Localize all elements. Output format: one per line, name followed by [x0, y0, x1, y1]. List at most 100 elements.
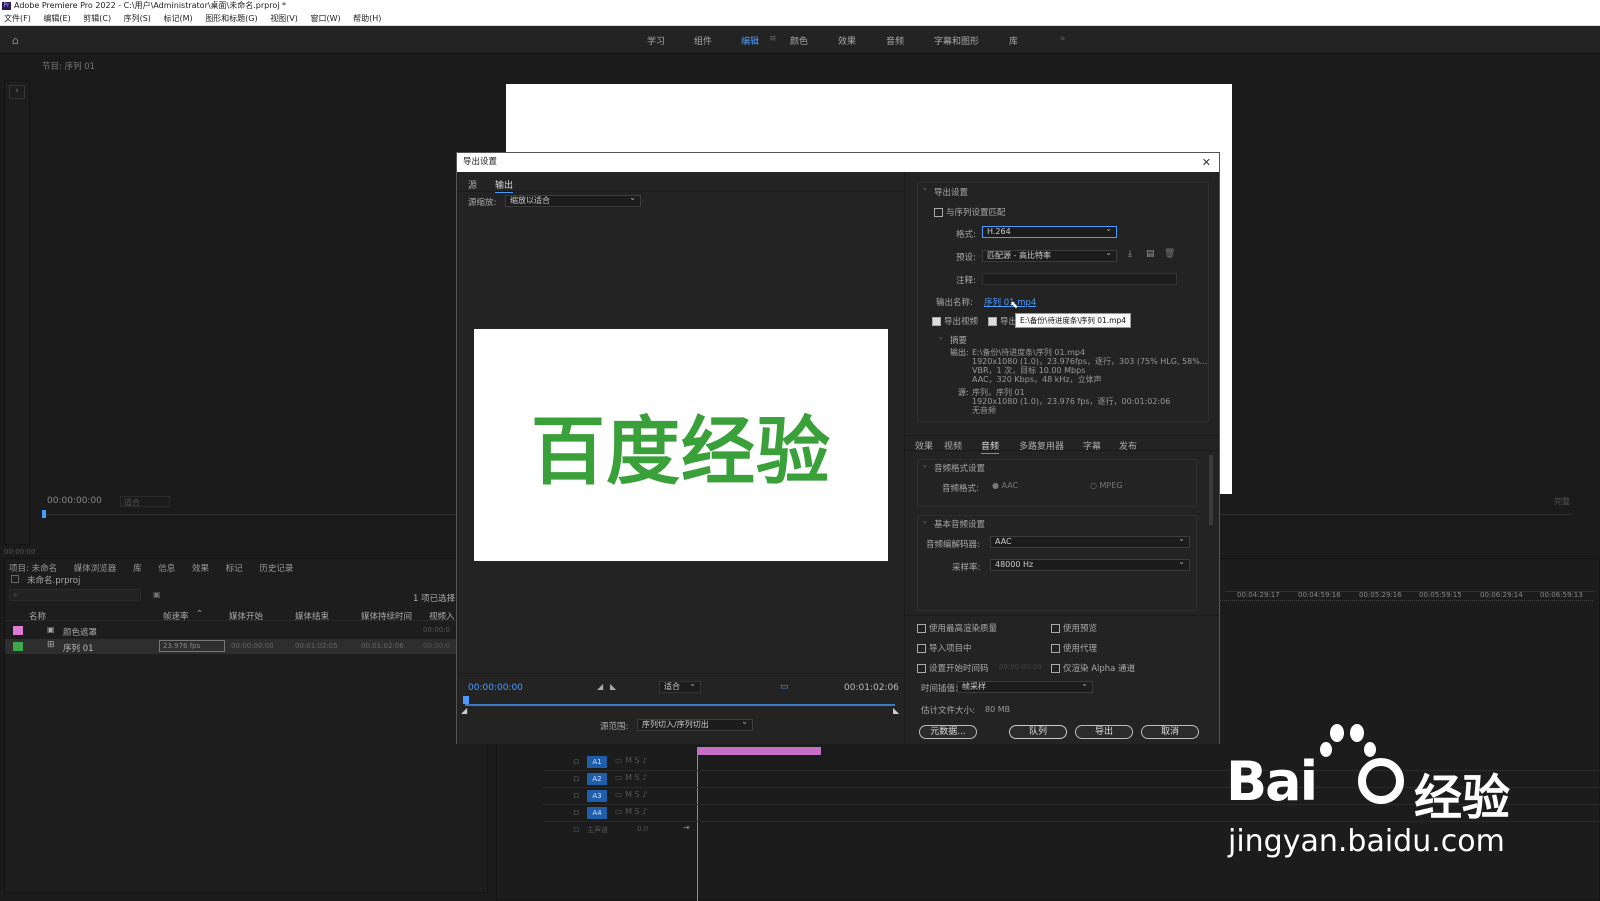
- save-preset-icon[interactable]: ⤓: [1128, 249, 1132, 259]
- master-track-value[interactable]: 0.0: [637, 825, 648, 833]
- aspect-toggle-icon[interactable]: ▭: [780, 682, 789, 692]
- preview-fit-select[interactable]: 适合: [659, 679, 701, 693]
- source-range-select[interactable]: 序列切入/序列切出: [637, 717, 753, 731]
- radio-aac[interactable]: ● AAC: [992, 481, 1018, 490]
- delete-preset-icon[interactable]: 🗑: [1164, 249, 1175, 259]
- program-full-select[interactable]: 完整: [1554, 496, 1570, 507]
- lock-icon[interactable]: ▫: [573, 808, 579, 818]
- use-proxy-checkbox[interactable]: [1051, 644, 1060, 653]
- preview-playhead[interactable]: [463, 696, 469, 704]
- col-video-in[interactable]: 视频入: [429, 610, 455, 622]
- tab-audio[interactable]: 音频: [981, 439, 1000, 454]
- export-video-checkbox[interactable]: [932, 317, 941, 326]
- lock-icon[interactable]: ▫: [573, 791, 579, 801]
- lock-icon[interactable]: ▫: [573, 757, 579, 767]
- tab-multiplexer[interactable]: 多路复用器: [1019, 439, 1064, 452]
- start-tc-checkbox[interactable]: [917, 664, 926, 673]
- menu-view[interactable]: 视图(V): [270, 14, 298, 23]
- workspace-menu-icon[interactable]: ≡: [769, 34, 777, 44]
- project-search-input[interactable]: ⌕: [9, 589, 141, 601]
- export-button[interactable]: 导出: [1075, 725, 1133, 739]
- workspace-assembly[interactable]: 组件: [694, 34, 712, 47]
- program-monitor-tab[interactable]: 节目: 序列 01: [42, 60, 95, 72]
- menu-graphics[interactable]: 图形和标题(G): [205, 14, 257, 23]
- tab-libraries[interactable]: 库: [133, 564, 142, 574]
- format-select[interactable]: H.264: [982, 224, 1117, 238]
- tab-source[interactable]: 源: [468, 178, 477, 191]
- table-row[interactable]: ⊞ 序列 01 23.976 fps 00:00:00:00 00:01:02:…: [5, 639, 487, 654]
- import-project-checkbox[interactable]: [917, 644, 926, 653]
- menu-sequence[interactable]: 序列(S): [124, 14, 151, 23]
- new-bin-icon[interactable]: ▣: [153, 590, 161, 599]
- selection-tool-icon[interactable]: ›: [9, 85, 25, 99]
- out-point-marker-icon[interactable]: ◣: [893, 706, 899, 715]
- tab-effects[interactable]: 效果: [915, 439, 933, 452]
- track-controls-icon[interactable]: ▭ M S ♪: [615, 756, 647, 765]
- mark-out-icon[interactable]: ◣: [610, 682, 616, 691]
- track-controls-icon[interactable]: ▭ M S ♪: [615, 807, 647, 816]
- table-row[interactable]: ▣ 颜色遮罩 00:00:0: [5, 623, 487, 638]
- row-frame-rate[interactable]: 23.976 fps: [159, 640, 225, 652]
- col-media-start[interactable]: 媒体开始: [229, 610, 263, 622]
- source-scale-select[interactable]: 缩放以适合: [505, 193, 641, 207]
- go-to-end-icon[interactable]: ⇥: [683, 823, 690, 832]
- queue-button[interactable]: 队列: [1009, 725, 1067, 739]
- workspace-audio[interactable]: 音频: [886, 34, 904, 47]
- tab-captions[interactable]: 字幕: [1083, 439, 1101, 452]
- export-audio-checkbox[interactable]: [988, 317, 997, 326]
- use-preview-checkbox[interactable]: [1051, 624, 1060, 633]
- comment-input[interactable]: [982, 273, 1177, 285]
- program-timecode[interactable]: 00:00:00:00: [47, 496, 102, 506]
- chevron-down-icon[interactable]: ⌄: [922, 461, 928, 469]
- match-sequence-checkbox[interactable]: [934, 208, 943, 217]
- close-icon[interactable]: ✕: [1202, 153, 1211, 172]
- chevron-down-icon[interactable]: ⌄: [938, 333, 944, 341]
- sample-rate-select[interactable]: 48000 Hz: [990, 557, 1190, 571]
- in-point-marker-icon[interactable]: ◢: [461, 706, 467, 715]
- workspace-libraries[interactable]: 库: [1009, 34, 1018, 47]
- track-label[interactable]: A2: [587, 773, 607, 785]
- menu-clip[interactable]: 剪辑(C): [83, 14, 111, 23]
- track-controls-icon[interactable]: ▭ M S ♪: [615, 773, 647, 782]
- radio-mpeg[interactable]: ○ MPEG: [1090, 481, 1123, 490]
- col-name[interactable]: 名称: [29, 610, 46, 622]
- more-workspaces-icon[interactable]: »: [1060, 34, 1066, 44]
- workspace-editing[interactable]: 编辑: [741, 34, 759, 47]
- workspace-learn[interactable]: 学习: [647, 34, 665, 47]
- workspace-color[interactable]: 颜色: [790, 34, 808, 47]
- menu-markers[interactable]: 标记(M): [163, 14, 192, 23]
- sort-ascending-icon[interactable]: ⌃: [196, 609, 203, 619]
- menu-edit[interactable]: 编辑(E): [43, 14, 70, 23]
- col-frame-rate[interactable]: 帧速率: [163, 610, 189, 622]
- preview-timecode-out[interactable]: 00:01:02:06: [844, 683, 899, 693]
- home-icon[interactable]: ⌂: [12, 34, 19, 47]
- metadata-button[interactable]: 元数据...: [919, 725, 977, 739]
- chevron-down-icon[interactable]: ⌄: [922, 184, 928, 192]
- tab-media-browser[interactable]: 媒体浏览器: [74, 564, 117, 574]
- track-controls-icon[interactable]: ▭ M S ♪: [615, 790, 647, 799]
- lock-icon[interactable]: ▫: [573, 774, 579, 784]
- menu-file[interactable]: 文件(F): [4, 14, 31, 23]
- workspace-captions[interactable]: 字幕和图形: [934, 34, 979, 47]
- settings-scrollbar[interactable]: [1209, 455, 1213, 525]
- import-preset-icon[interactable]: ▤: [1146, 249, 1155, 259]
- tab-markers[interactable]: 标记: [226, 564, 243, 574]
- preview-scrub-bar[interactable]: [465, 704, 895, 706]
- preview-timecode-in[interactable]: 00:00:00:00: [468, 683, 523, 693]
- tab-effects[interactable]: 效果: [192, 564, 209, 574]
- alpha-only-checkbox[interactable]: [1051, 664, 1060, 673]
- tab-history[interactable]: 历史记录: [259, 564, 293, 574]
- tab-video[interactable]: 视频: [944, 439, 962, 452]
- col-media-duration[interactable]: 媒体持续时间: [361, 610, 412, 622]
- lock-icon[interactable]: ▫: [573, 825, 579, 835]
- track-label[interactable]: A4: [587, 807, 607, 819]
- tab-project[interactable]: 项目: 未命名: [9, 564, 57, 574]
- mark-in-icon[interactable]: ◢: [597, 682, 603, 691]
- program-playhead[interactable]: [42, 510, 46, 518]
- tab-info[interactable]: 信息: [158, 564, 175, 574]
- col-media-end[interactable]: 媒体结束: [295, 610, 329, 622]
- chevron-down-icon[interactable]: ⌄: [922, 517, 928, 525]
- tab-publish[interactable]: 发布: [1119, 439, 1137, 452]
- workspace-effects[interactable]: 效果: [838, 34, 856, 47]
- program-fit-select[interactable]: 适合: [120, 496, 170, 507]
